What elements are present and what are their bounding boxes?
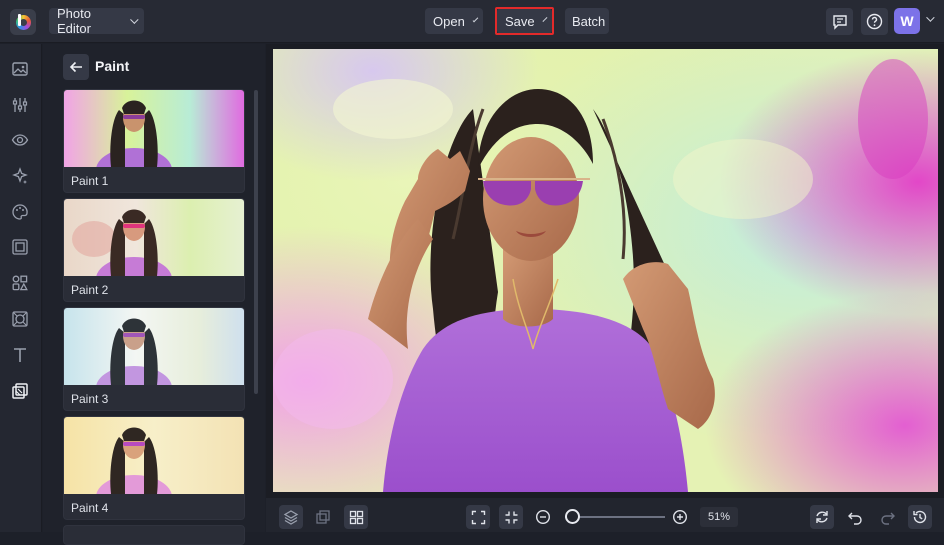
- effect-thumbnail-paint-1[interactable]: Paint 1: [63, 89, 245, 193]
- zoom-slider-track[interactable]: [565, 516, 665, 518]
- effects-layers-icon[interactable]: [11, 382, 29, 400]
- open-label: Open: [433, 13, 465, 29]
- chevron-down-icon: [472, 16, 479, 23]
- image-icon[interactable]: [11, 60, 29, 78]
- texture-icon[interactable]: [11, 310, 29, 328]
- zoom-in-icon: [672, 509, 688, 525]
- effect-thumbnail-paint-2[interactable]: Paint 2: [63, 198, 245, 302]
- back-button[interactable]: [63, 54, 89, 80]
- thumbnail-label: Paint 4: [71, 501, 109, 515]
- effect-thumbnail-partial[interactable]: [63, 525, 245, 545]
- app-menu-button[interactable]: Photo Editor: [49, 6, 144, 36]
- panel-scrollbar[interactable]: [254, 90, 258, 394]
- history-icon: [913, 510, 927, 524]
- user-avatar[interactable]: W: [894, 8, 920, 34]
- app-menu-label: Photo Editor: [57, 6, 91, 36]
- thumbnail-label: Paint 2: [71, 283, 109, 297]
- thumbnail-label: Paint 1: [71, 174, 109, 188]
- effect-thumbnail-paint-3[interactable]: Paint 3: [63, 307, 245, 411]
- reset-button[interactable]: [810, 505, 834, 529]
- help-button[interactable]: [861, 8, 888, 35]
- thumbnail-image: [64, 308, 244, 385]
- grid-icon: [349, 510, 363, 524]
- effect-thumbnail-paint-4[interactable]: Paint 4: [63, 416, 245, 520]
- thumbnail-label: Paint 3: [71, 392, 109, 406]
- comment-icon: [832, 14, 847, 30]
- grid-button[interactable]: [344, 505, 368, 529]
- undo-icon: [848, 512, 862, 525]
- comment-button[interactable]: [826, 8, 853, 35]
- sparkle-icon[interactable]: [11, 167, 29, 185]
- expand-icon: [471, 510, 485, 524]
- layers-button[interactable]: [279, 505, 303, 529]
- history-button[interactable]: [908, 505, 932, 529]
- elements-icon[interactable]: [11, 274, 29, 292]
- edited-photo[interactable]: [273, 49, 938, 492]
- zoom-in-button[interactable]: [668, 505, 692, 529]
- fit-screen-button[interactable]: [466, 505, 490, 529]
- help-icon: [866, 13, 883, 30]
- redo-button[interactable]: [876, 505, 900, 529]
- chevron-down-icon: [130, 15, 139, 24]
- panel-title: Paint: [95, 58, 130, 74]
- zoom-value[interactable]: 51%: [700, 507, 738, 527]
- thumbnail-image: [64, 199, 244, 276]
- adjust-sliders-icon[interactable]: [11, 96, 29, 114]
- undo-button[interactable]: [843, 505, 867, 529]
- arrow-left-icon: [69, 61, 82, 73]
- shrink-icon: [505, 511, 517, 523]
- text-icon[interactable]: [11, 346, 29, 364]
- batch-button[interactable]: Batch: [565, 8, 609, 34]
- redo-icon: [881, 512, 895, 525]
- zoom-out-icon: [535, 509, 551, 525]
- thumbnail-image: [64, 90, 244, 167]
- save-highlight-box: [495, 7, 554, 35]
- zoom-slider-handle[interactable]: [565, 509, 580, 524]
- actual-size-button[interactable]: [499, 505, 523, 529]
- eye-icon[interactable]: [11, 131, 29, 149]
- frame-icon[interactable]: [11, 238, 29, 256]
- palette-icon[interactable]: [11, 203, 29, 221]
- open-button[interactable]: Open: [425, 8, 483, 34]
- layers-icon: [283, 510, 299, 525]
- thumbnail-image: [64, 417, 244, 494]
- compare-icon: [316, 510, 330, 524]
- zoom-out-button[interactable]: [531, 505, 555, 529]
- refresh-icon: [816, 511, 828, 523]
- batch-label: Batch: [572, 13, 606, 29]
- compare-button[interactable]: [311, 505, 335, 529]
- logo-icon[interactable]: [10, 9, 36, 35]
